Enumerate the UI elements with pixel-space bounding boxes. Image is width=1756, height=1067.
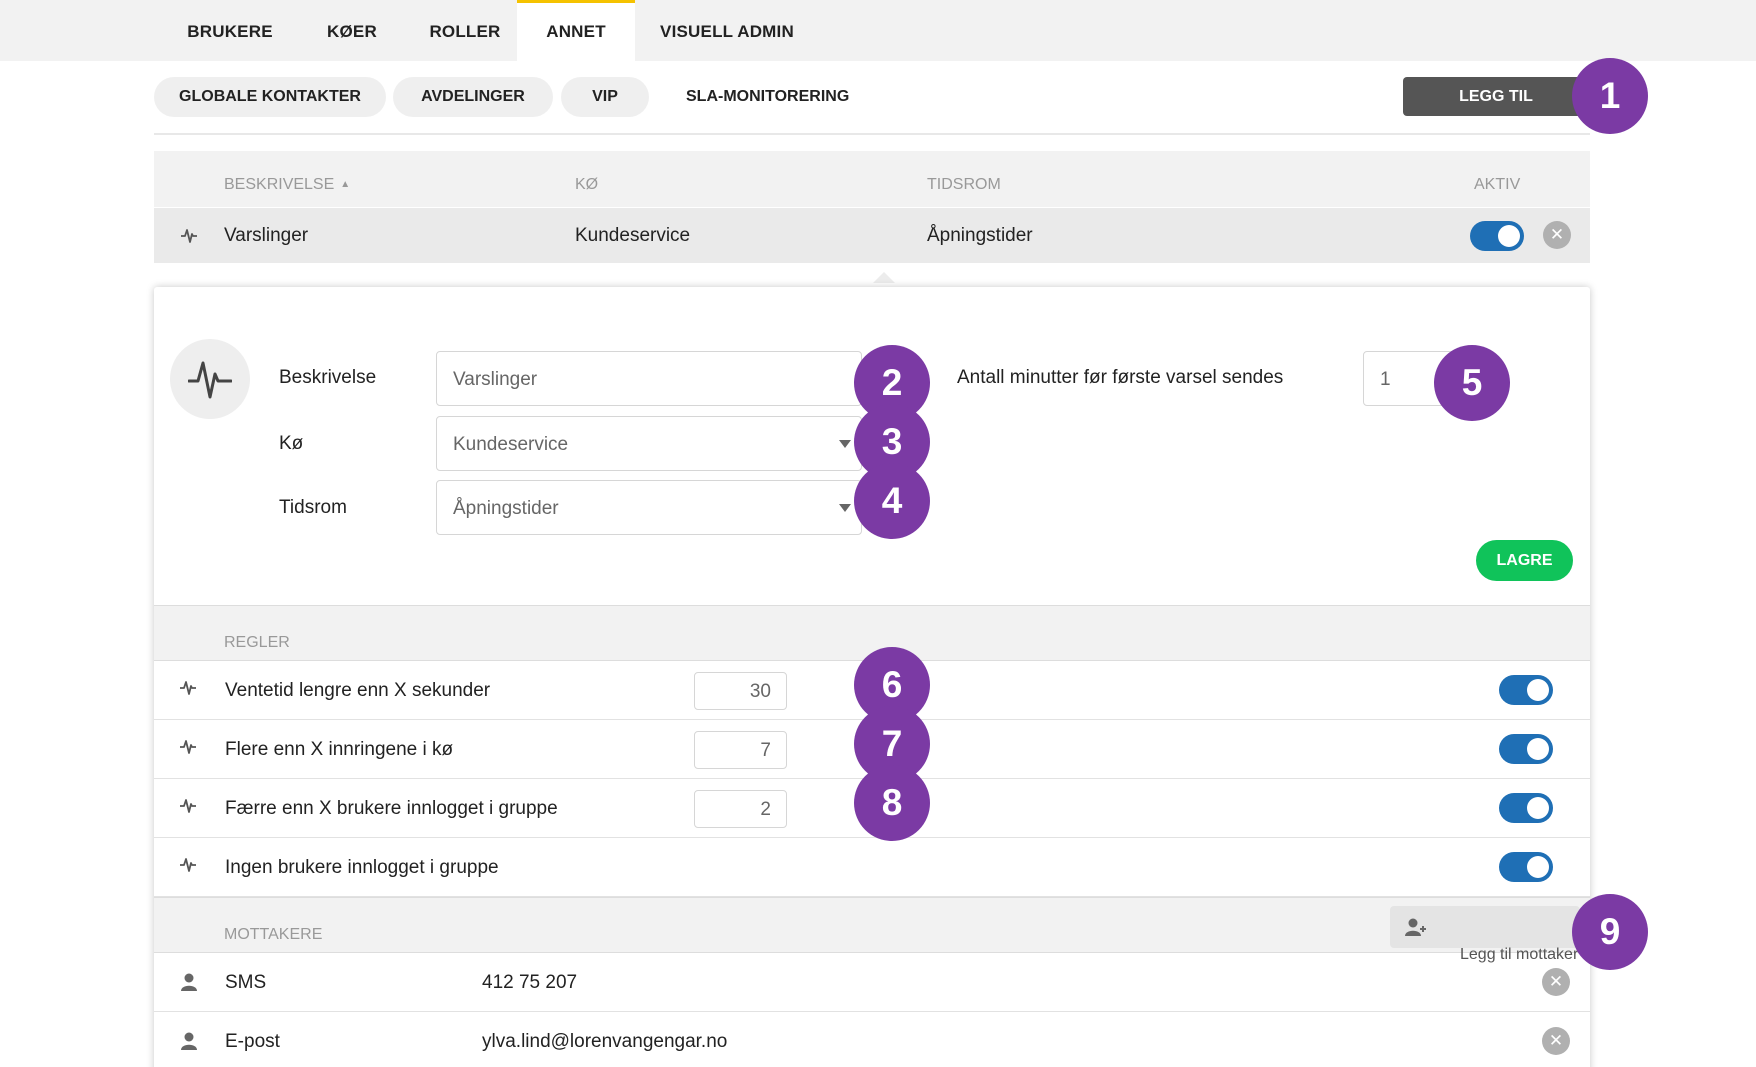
rule-toggle[interactable] bbox=[1499, 793, 1553, 823]
rule-row: Ingen brukere innlogget i gruppe bbox=[154, 838, 1590, 897]
sort-asc-icon: ▲ bbox=[340, 179, 351, 190]
callout-badge: 8 bbox=[854, 765, 930, 841]
pulse-avatar bbox=[170, 339, 250, 419]
recipient-value: ylva.lind@lorenvangengar.no bbox=[482, 1031, 728, 1052]
row-period: Åpningstider bbox=[927, 225, 1033, 246]
table-header: BESKRIVELSE ▲ KØ TIDSROM AKTIV bbox=[154, 151, 1590, 207]
panel-pointer bbox=[873, 272, 895, 283]
remove-recipient-icon[interactable]: ✕ bbox=[1542, 1027, 1570, 1055]
pulse-icon bbox=[180, 799, 196, 813]
tab-visuell-admin[interactable]: VISUELL ADMIN bbox=[650, 0, 804, 61]
delete-icon[interactable]: ✕ bbox=[1543, 221, 1571, 249]
pulse-icon bbox=[181, 229, 197, 243]
rule-label: Flere enn X innringene i kø bbox=[225, 739, 454, 760]
pulse-icon bbox=[188, 361, 232, 399]
top-nav: BRUKERE KØER ROLLER ANNET VISUELL ADMIN bbox=[0, 0, 1756, 61]
description-label: Beskrivelse bbox=[279, 367, 377, 388]
recipient-type: SMS bbox=[225, 972, 267, 993]
rule-toggle[interactable] bbox=[1499, 734, 1553, 764]
tab-roller[interactable]: ROLLER bbox=[410, 0, 520, 61]
tab-brukere[interactable]: BRUKERE bbox=[166, 0, 294, 61]
table-row[interactable]: Varslinger Kundeservice Åpningstider ✕ bbox=[154, 208, 1590, 263]
rule-label: Ingen brukere innlogget i gruppe bbox=[225, 857, 499, 878]
queue-select[interactable]: Kundeservice bbox=[436, 416, 862, 471]
recipients-header: MOTTAKERE Legg til mottaker bbox=[154, 897, 1590, 963]
rule-value-input[interactable]: 7 bbox=[694, 731, 787, 769]
recipient-type: E-post bbox=[225, 1031, 280, 1052]
description-input[interactable]: Varslinger bbox=[436, 351, 862, 406]
add-user-icon bbox=[1405, 918, 1426, 936]
rule-label: Ventetid lengre enn X sekunder bbox=[225, 680, 491, 701]
tab-annet[interactable]: ANNET bbox=[517, 0, 635, 61]
add-recipient-button[interactable]: Legg til mottaker bbox=[1390, 906, 1580, 963]
rule-label: Færre enn X brukere innlogget i gruppe bbox=[225, 798, 558, 819]
queue-label: Kø bbox=[279, 433, 304, 454]
divider bbox=[154, 133, 1590, 135]
pulse-icon bbox=[180, 681, 196, 695]
row-queue: Kundeservice bbox=[575, 225, 691, 246]
period-select[interactable]: Åpningstider bbox=[436, 480, 862, 535]
remove-recipient-icon[interactable]: ✕ bbox=[1542, 968, 1570, 996]
rule-toggle[interactable] bbox=[1499, 675, 1553, 705]
row-description: Varslinger bbox=[224, 225, 309, 246]
rule-value-input[interactable]: 30 bbox=[694, 672, 787, 710]
legg-til-button[interactable]: LEGG TIL bbox=[1403, 77, 1589, 116]
recipient-value: 412 75 207 bbox=[482, 972, 578, 993]
minutes-label: Antall minutter før første varsel sendes bbox=[957, 367, 1284, 388]
user-icon bbox=[181, 973, 197, 991]
subtab-vip[interactable]: VIP bbox=[561, 77, 649, 117]
dropdown-arrow-icon bbox=[839, 504, 851, 512]
tab-koer[interactable]: KØER bbox=[302, 0, 402, 61]
rule-toggle[interactable] bbox=[1499, 852, 1553, 882]
callout-badge: 9 bbox=[1572, 894, 1648, 970]
pulse-icon bbox=[180, 740, 196, 754]
subtab-globale-kontakter[interactable]: GLOBALE KONTAKTER bbox=[154, 77, 386, 117]
pulse-icon bbox=[180, 858, 196, 872]
recipient-row: SMS 412 75 207 ✕ bbox=[154, 953, 1590, 1012]
callout-badge: 5 bbox=[1434, 345, 1510, 421]
subtab-sla-monitorering[interactable]: SLA-MONITORERING bbox=[686, 77, 849, 117]
callout-badge: 4 bbox=[854, 463, 930, 539]
dropdown-arrow-icon bbox=[839, 440, 851, 448]
rule-value-input[interactable]: 2 bbox=[694, 790, 787, 828]
period-label: Tidsrom bbox=[279, 497, 347, 518]
user-icon bbox=[181, 1032, 197, 1050]
subtab-avdelinger[interactable]: AVDELINGER bbox=[393, 77, 553, 117]
active-toggle[interactable] bbox=[1470, 221, 1524, 251]
callout-badge: 1 bbox=[1572, 58, 1648, 134]
save-button[interactable]: LAGRE bbox=[1476, 540, 1573, 581]
recipient-row: E-post ylva.lind@lorenvangengar.no ✕ bbox=[154, 1012, 1590, 1067]
